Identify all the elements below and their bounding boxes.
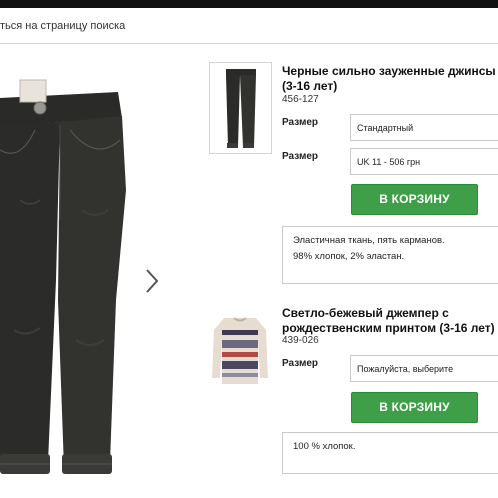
christmas-sweater-thumbnail[interactable] (209, 307, 269, 390)
black-jeans-thumbnail[interactable] (209, 62, 272, 154)
product-2-description: 100 % хлопок. (282, 432, 498, 474)
top-bar (0, 0, 498, 8)
product-2-title[interactable]: Светло-бежевый джемпер с рождественским … (282, 306, 498, 336)
next-image-chevron-right-icon[interactable] (141, 266, 161, 296)
product-1-size-select[interactable]: UK 11 - 506 грн (350, 148, 498, 175)
product-2-size-label: Размер (282, 358, 319, 369)
back-to-search-link[interactable]: ться на страницу поиска (0, 20, 125, 32)
product-1-description-line-1: Эластичная ткань, пять карманов. (293, 235, 445, 246)
header-divider (0, 43, 498, 44)
product-2-size-select[interactable]: Пожалуйста, выберите (350, 355, 498, 382)
product-1-size-label-2: Размер (282, 151, 319, 162)
product-1-description: Эластичная ткань, пять карманов. 98% хло… (282, 226, 498, 284)
product-2-description-line-1: 100 % хлопок. (293, 441, 356, 452)
product-2-code: 439-026 (282, 335, 319, 346)
product-1-description-line-2: 98% хлопок, 2% эластан. (293, 251, 405, 262)
product-1-add-to-cart-button[interactable]: В КОРЗИНУ (351, 184, 478, 215)
main-product-image (0, 70, 140, 480)
product-1-code: 456-127 (282, 94, 319, 105)
product-2-add-to-cart-button[interactable]: В КОРЗИНУ (351, 392, 478, 423)
product-1-fit-select[interactable]: Стандартный (350, 114, 498, 141)
product-1-title[interactable]: Черные сильно зауженные джинсы (3-16 лет… (282, 64, 498, 94)
product-1-size-label-1: Размер (282, 117, 319, 128)
